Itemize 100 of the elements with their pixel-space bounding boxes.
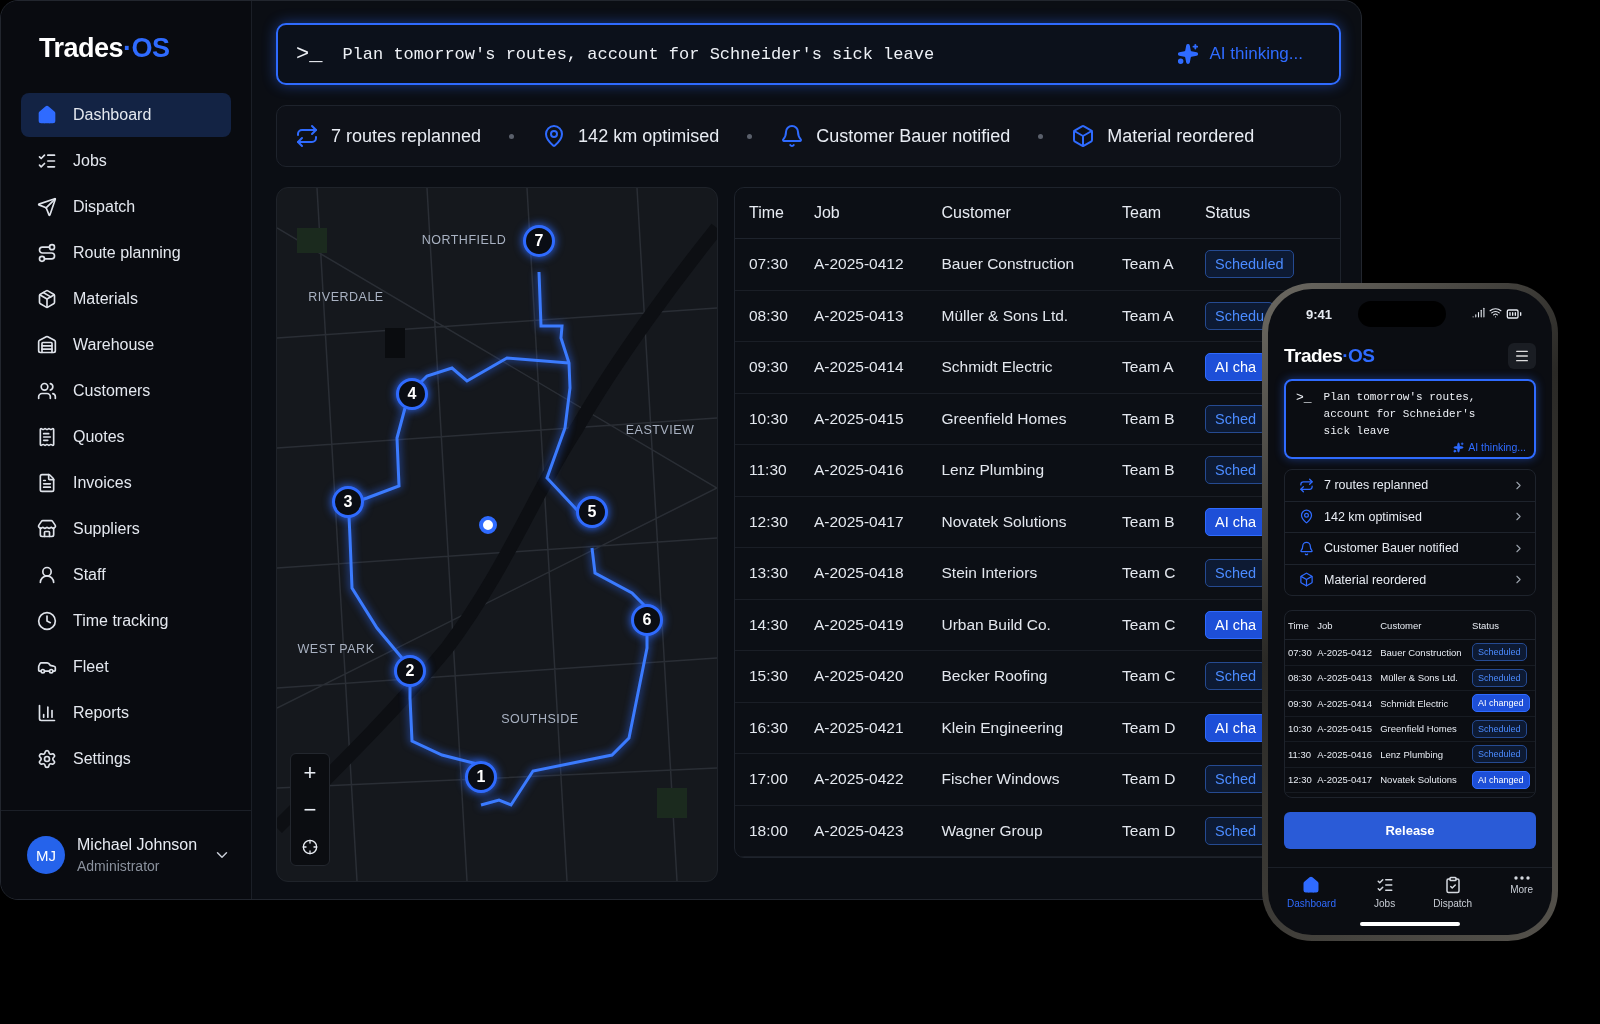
summary-row[interactable]: 142 km optimised	[1285, 501, 1535, 533]
user-name: Michael Johnson	[77, 836, 199, 854]
table-cell: Team D	[1108, 805, 1191, 857]
route-map[interactable]: NORTHFIELD RIVERDALE EASTVIEW WEST PARK SOUTHSIDE 1 2 3 4 5 6 7 + −	[276, 187, 718, 882]
cube-icon	[1299, 572, 1314, 588]
route-stop-marker[interactable]: 5	[576, 496, 608, 528]
summary-row[interactable]: Material reordered	[1285, 564, 1535, 595]
command-field[interactable]: >_ Plan tomorrow's routes, account for Schneider's sick leave AI thinking...	[1284, 379, 1536, 459]
sidebar-item[interactable]: Invoices	[21, 461, 231, 505]
status-badge: Scheduled	[1472, 668, 1527, 687]
battery-icon	[1506, 306, 1522, 322]
table-cell: A-2025-0417	[1314, 767, 1378, 793]
sidebar-label: Quotes	[73, 428, 125, 446]
summary-text: Customer Bauer notified	[816, 125, 1011, 147]
sidebar-item[interactable]: Fleet	[21, 645, 231, 689]
sparkle-icon	[1177, 43, 1200, 65]
table-cell: Schmidt Electric	[1377, 690, 1470, 716]
summary-row[interactable]: Customer Bauer notified	[1285, 533, 1535, 565]
sidebar-item[interactable]: Warehouse	[21, 323, 231, 367]
table-cell: 11:30	[1285, 741, 1315, 767]
sidebar-item[interactable]: Suppliers	[21, 507, 231, 551]
table-cell: Team B	[1108, 393, 1191, 445]
district-label: SOUTHSIDE	[501, 712, 579, 726]
table-cell: A-2025-0420	[799, 650, 928, 702]
sidebar-label: Warehouse	[73, 336, 155, 354]
tab-bar-item[interactable]: More	[1510, 876, 1533, 909]
table-cell: Stein Interiors	[927, 547, 1108, 599]
summary-text: Customer Bauer notified	[1324, 541, 1460, 556]
zoom-out-button[interactable]: −	[291, 791, 329, 828]
tab-bar-item[interactable]: Jobs	[1374, 876, 1396, 909]
sidebar-item[interactable]: Materials	[21, 277, 231, 321]
repeat-arrows-icon	[1299, 477, 1314, 493]
clock-icon	[37, 611, 57, 631]
table-cell: A-2025-0414	[799, 341, 928, 393]
summary-text: 7 routes replanned	[331, 125, 482, 147]
table-cell: 09:30	[1285, 690, 1315, 716]
sidebar-item[interactable]: Dispatch	[21, 185, 231, 229]
signal-icon	[1472, 306, 1485, 319]
table-cell: Team C	[1108, 599, 1191, 651]
release-button[interactable]: Release	[1284, 812, 1536, 849]
sidebar-item[interactable]: Dashboard	[21, 93, 231, 137]
table-cell: Team D	[1108, 702, 1191, 754]
table-cell: A-2025-0412	[1314, 639, 1378, 665]
package-icon	[37, 289, 57, 309]
sidebar-item[interactable]: Quotes	[21, 415, 231, 459]
tab-bar-item[interactable]: Dashboard	[1287, 876, 1336, 909]
table-cell: 10:30	[1285, 716, 1315, 742]
route-stop-marker[interactable]: 7	[523, 225, 555, 257]
sidebar-label: Suppliers	[73, 520, 140, 538]
command-field[interactable]: >_ Plan tomorrow's routes, account for Schneider's sick leave AI thinking...	[276, 23, 1341, 85]
district-label: RIVERDALE	[308, 290, 384, 304]
route-stop-marker[interactable]: 3	[332, 486, 364, 518]
list-icon	[1375, 876, 1394, 894]
sidebar-item[interactable]: Reports	[21, 691, 231, 735]
route-stop-marker[interactable]: 1	[465, 761, 497, 793]
route-stop-marker[interactable]: 2	[394, 655, 426, 687]
menu-icon	[1514, 348, 1530, 364]
status-badge: Scheduled	[1472, 719, 1527, 738]
table-cell: Team B	[1108, 444, 1191, 496]
route-stop-marker[interactable]: 4	[396, 378, 428, 410]
sidebar-item[interactable]: Jobs	[21, 139, 231, 183]
tab-label: Dispatch	[1433, 898, 1473, 909]
sidebar-item[interactable]: Route planning	[21, 231, 231, 275]
table-cell: A-2025-0413	[799, 290, 928, 342]
sidebar-item[interactable]: Customers	[21, 369, 231, 413]
route-stop-marker[interactable]: 6	[631, 604, 663, 636]
table-cell: Wagner Group	[927, 805, 1108, 857]
prompt-sign: >_	[296, 41, 323, 67]
home-icon	[37, 105, 57, 125]
table-cell: 10:30	[735, 393, 800, 445]
wifi-icon	[1489, 306, 1502, 319]
table-cell: 08:30	[1285, 665, 1315, 691]
zoom-in-button[interactable]: +	[291, 754, 329, 791]
status-badge: AI changed	[1472, 770, 1530, 789]
clock: 9:41	[1306, 306, 1333, 322]
summary-row[interactable]: 7 routes replanned	[1285, 470, 1535, 502]
tab-bar-item[interactable]: Dispatch	[1433, 876, 1473, 909]
logo: Trades·OS	[1284, 345, 1375, 367]
users-icon	[37, 381, 57, 401]
sidebar-label: Materials	[73, 290, 138, 308]
status-badge: Scheduled	[1205, 250, 1294, 279]
table-cell: Bauer Construction	[1377, 639, 1470, 665]
clipboard-icon	[1443, 876, 1462, 894]
table-cell: Urban Build Co.	[927, 599, 1108, 651]
table-cell: Novatek Solutions	[1377, 767, 1470, 793]
sidebar-item[interactable]: Settings	[21, 737, 231, 781]
table-cell: A-2025-0416	[1314, 741, 1378, 767]
sidebar-item[interactable]: Time tracking	[21, 599, 231, 643]
table-cell: Lenz Plumbing	[927, 444, 1108, 496]
ai-status: AI thinking...	[1468, 441, 1526, 453]
logo: Trades·OS	[39, 33, 171, 64]
bell-icon	[1299, 540, 1314, 556]
tab-label: More	[1510, 884, 1533, 895]
list-icon	[37, 151, 57, 171]
sidebar-item[interactable]: Staff	[21, 553, 231, 597]
cube-icon	[1071, 124, 1096, 148]
store-icon	[37, 519, 57, 539]
home-icon	[1302, 876, 1321, 894]
menu-button[interactable]	[1508, 343, 1536, 369]
table-cell: Team B	[1108, 496, 1191, 548]
